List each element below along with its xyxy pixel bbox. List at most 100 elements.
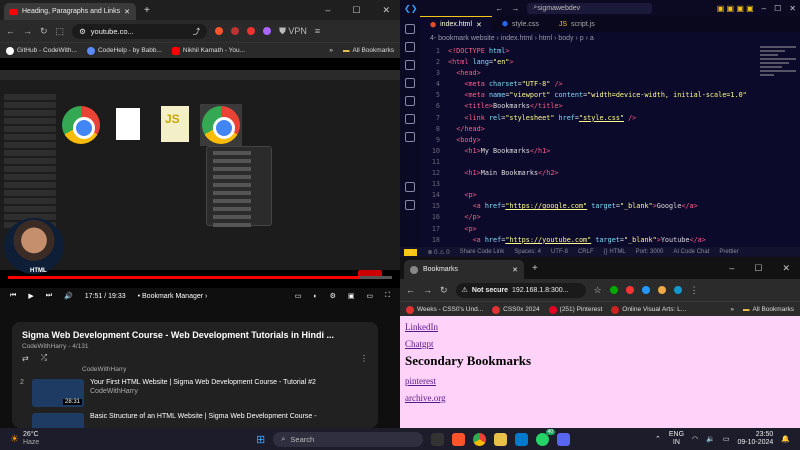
url-field[interactable]: ⚙ youtube.co... ⤴	[72, 23, 208, 39]
problems-status[interactable]: ⊗ 0 ⚠ 0	[427, 249, 449, 256]
close-window-icon[interactable]: ✕	[789, 4, 796, 13]
code-line[interactable]: 12 <h1>Main Bookmarks</h2>	[420, 168, 770, 179]
code-line[interactable]: 18 <a href="https://youtube.com" target=…	[420, 235, 770, 246]
maximize-icon[interactable]: ☐	[754, 263, 762, 274]
minimize-icon[interactable]: –	[762, 4, 766, 13]
more-bookmarks-icon[interactable]: »	[730, 306, 734, 313]
port-status[interactable]: Port: 3000	[636, 249, 664, 255]
file-explorer-icon[interactable]	[494, 432, 508, 446]
bookmark-nikhil[interactable]: Nikhil Kamath - You...	[171, 46, 245, 55]
rewards-icon[interactable]	[231, 27, 240, 35]
extension-icon[interactable]	[657, 286, 666, 294]
maximize-icon[interactable]: ☐	[774, 4, 781, 13]
code-line[interactable]: 14 <p>	[420, 190, 770, 201]
all-bookmarks[interactable]: ▬ All Bookmarks	[743, 306, 794, 313]
code-line[interactable]: 6 <title>Bookmarks</title>	[420, 101, 770, 112]
back-icon[interactable]: ←	[6, 26, 15, 36]
code-line[interactable]: 15 <a href="https://google.com" target="…	[420, 201, 770, 212]
bookmark-item[interactable]: CSS0x 2024	[492, 305, 540, 314]
extension-record-icon[interactable]	[247, 27, 256, 35]
bookmark-item[interactable]: Online Visual Arts: L...	[611, 305, 686, 314]
close-window-icon[interactable]: ✕	[782, 263, 790, 274]
loop-icon[interactable]: ⇄	[22, 354, 29, 363]
close-window-icon[interactable]: ✕	[382, 5, 390, 16]
wifi-icon[interactable]: ◠	[692, 435, 698, 443]
code-editor[interactable]: 1 <!DOCTYPE html> 2 <html lang="en"> 3 <head…	[420, 46, 770, 268]
fullscreen-icon[interactable]: ⛶	[385, 292, 390, 300]
task-view-icon[interactable]	[431, 432, 445, 446]
code-line[interactable]: 2 <html lang="en">	[420, 57, 770, 68]
remote-icon[interactable]	[405, 114, 415, 124]
brave-shield-icon[interactable]	[215, 27, 224, 35]
play-icon[interactable]: ▶	[28, 292, 33, 300]
playlist-item[interactable]: Basic Structure of an HTML Website | Sig…	[12, 410, 378, 428]
nav-back-icon[interactable]: ←	[495, 4, 503, 13]
share-code-link[interactable]: Share Code Link	[460, 249, 505, 255]
reload-icon[interactable]: ↻	[440, 285, 448, 296]
notification-icon[interactable]: 🔔	[781, 435, 790, 443]
extension-icon[interactable]	[263, 27, 272, 35]
remote-indicator[interactable]: ⚡	[404, 248, 418, 256]
discord-icon[interactable]	[557, 432, 571, 446]
prettier-status[interactable]: Prettier	[719, 249, 738, 255]
forward-icon[interactable]: →	[423, 285, 432, 295]
video-player[interactable]: JS HTML ⏮ ▶ ⏭ 🔊 17:51 / 19:33 • Bookmark…	[0, 58, 400, 300]
bookmark-star-icon[interactable]: ☆	[594, 285, 602, 296]
close-tab-icon[interactable]: ✕	[476, 21, 482, 29]
bookmark-codehelp[interactable]: CodeHelp - by Babb...	[86, 46, 162, 55]
code-line[interactable]: 3 <head>	[420, 68, 770, 79]
url-field[interactable]: ⚠ Not secure 192.168.1.8:300...	[455, 282, 586, 298]
eol-status[interactable]: CRLF	[578, 249, 594, 255]
code-line[interactable]: 1 <!DOCTYPE html>	[420, 46, 770, 57]
brave-icon[interactable]	[452, 432, 466, 446]
account-icon[interactable]	[405, 182, 415, 192]
miniplayer-icon[interactable]: ▣	[348, 292, 355, 300]
tray-chevron-icon[interactable]: ⌃	[655, 435, 661, 443]
taskbar-search[interactable]: ⌕ Search	[273, 431, 424, 447]
windows-start-icon[interactable]: ⊞	[256, 433, 265, 446]
code-line[interactable]: 9 <body>	[420, 135, 770, 146]
tab-style-css[interactable]: ⬢ style.css	[492, 16, 549, 32]
chrome-icon[interactable]	[473, 432, 487, 446]
link-linkedin[interactable]: LinkedIn	[405, 322, 795, 332]
code-line[interactable]: 10 <h1>My Bookmarks</h1>	[420, 146, 770, 157]
playlist-title[interactable]: Sigma Web Development Course - Web Devel…	[12, 322, 378, 340]
layout-icons[interactable]: ▣ ▣ ▣ ▣	[717, 4, 754, 13]
weather-widget[interactable]: ☀ 26°C Haze	[0, 431, 220, 447]
link-archive[interactable]: archive.org	[405, 393, 795, 403]
ai-chat-status[interactable]: AI Code Chat	[673, 249, 709, 255]
encoding-status[interactable]: UTF-8	[551, 249, 568, 255]
run-debug-icon[interactable]	[405, 78, 415, 88]
code-line[interactable]: 8 </head>	[420, 124, 770, 135]
close-tab-icon[interactable]: ✕	[124, 8, 130, 16]
search-icon[interactable]	[405, 42, 415, 52]
command-center[interactable]: ⌕ sigmawebdev	[527, 2, 653, 14]
next-icon[interactable]: ⏭	[46, 292, 52, 300]
reload-icon[interactable]: ↻	[40, 26, 48, 37]
language-label[interactable]: ENG	[669, 431, 684, 439]
bookmark-item[interactable]: (251) Pinterest	[548, 305, 602, 314]
bookmark-page-icon[interactable]: ⬚	[56, 26, 65, 37]
video-progress-bar[interactable]	[8, 276, 392, 279]
bookmark-item[interactable]: Weeks - CSS0's Und...	[406, 305, 483, 314]
bookmarks-tab[interactable]: Bookmarks ✕	[404, 260, 524, 279]
youtube-tab[interactable]: Heading, Paragraphs and Links ✕	[4, 3, 136, 20]
extension-icon[interactable]	[641, 286, 650, 294]
live-share-icon[interactable]	[405, 132, 415, 142]
video-thumbnail[interactable]: 28:31	[32, 379, 84, 407]
minimap[interactable]	[760, 44, 796, 84]
forward-icon[interactable]: →	[23, 26, 32, 36]
indentation-status[interactable]: Spaces: 4	[514, 249, 541, 255]
extensions-icon[interactable]	[405, 96, 415, 106]
more-options-icon[interactable]: ⋮	[360, 354, 368, 363]
subtitles-icon[interactable]: ▭	[295, 292, 302, 300]
breadcrumb[interactable]: 4- bookmark website › index.html › html …	[430, 35, 594, 42]
language-status[interactable]: {} HTML	[604, 249, 626, 255]
vpn-button[interactable]: ⛊ VPN	[279, 26, 307, 37]
previous-icon[interactable]: ⏮	[10, 292, 16, 300]
code-line[interactable]: 16 </p>	[420, 212, 770, 223]
code-line[interactable]: 7 <link rel="stylesheet" href="style.css…	[420, 113, 770, 124]
explorer-icon[interactable]	[405, 24, 415, 34]
minimize-icon[interactable]: –	[325, 5, 330, 16]
vscode-icon[interactable]	[515, 432, 529, 446]
